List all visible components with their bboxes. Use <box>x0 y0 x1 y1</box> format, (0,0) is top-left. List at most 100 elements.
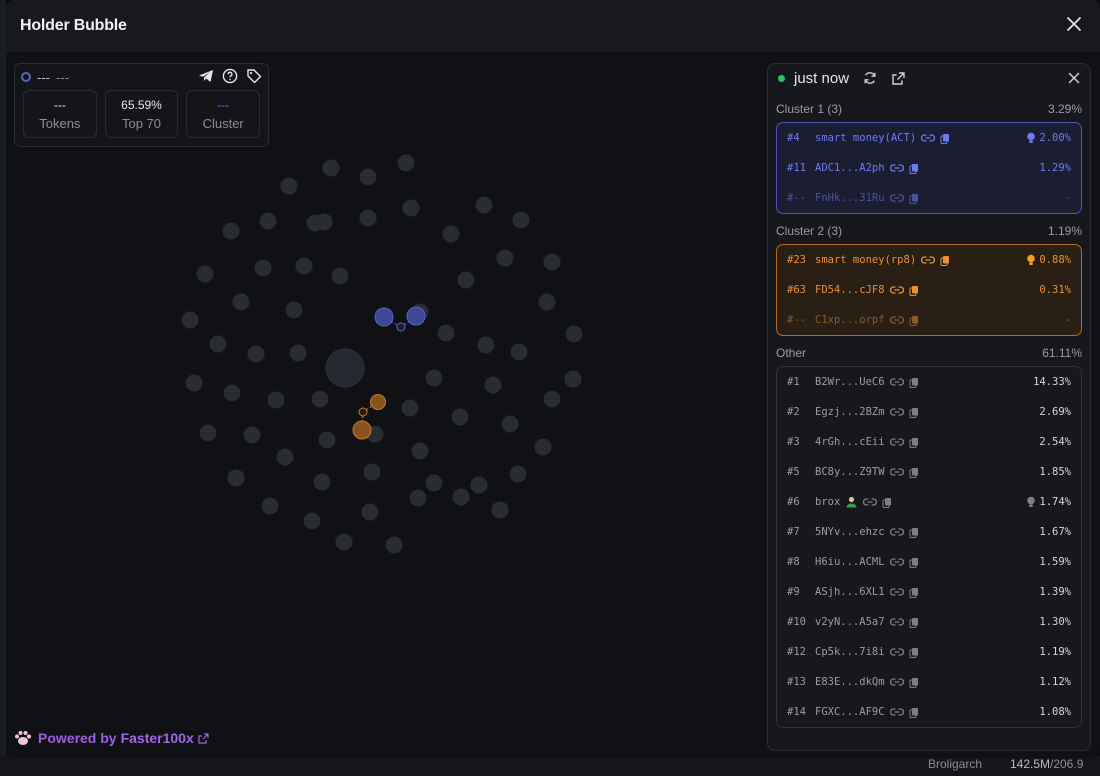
holder-bubble[interactable] <box>359 209 377 227</box>
holder-address[interactable]: 4rGh...cEii <box>815 436 885 448</box>
holder-bubble[interactable] <box>181 311 199 329</box>
refresh-icon[interactable] <box>863 71 877 85</box>
copy-icon[interactable] <box>909 467 919 478</box>
holder-address[interactable]: smart money(rp8) <box>815 254 916 266</box>
holder-bubble[interactable] <box>496 249 514 267</box>
holder-bubble[interactable] <box>565 325 583 343</box>
copy-icon[interactable] <box>909 163 919 174</box>
holder-address[interactable]: ASjh...6XL1 <box>815 586 885 598</box>
holder-bubble[interactable] <box>401 399 419 417</box>
holder-row[interactable]: #4 smart money(ACT) 2.00% <box>777 123 1081 153</box>
link-icon[interactable] <box>921 133 936 143</box>
cluster2-bubble[interactable] <box>358 407 368 417</box>
holder-row[interactable]: #5 BC8y...Z9TW 1.85% <box>777 457 1081 487</box>
copy-icon[interactable] <box>909 617 919 628</box>
holder-bubble[interactable] <box>227 469 245 487</box>
holder-address[interactable]: BC8y...Z9TW <box>815 466 885 478</box>
holder-bubble[interactable] <box>543 253 561 271</box>
close-icon[interactable] <box>1062 12 1086 36</box>
cluster2-bubble[interactable] <box>352 420 372 440</box>
cluster2-bubble[interactable] <box>370 394 386 410</box>
holder-row[interactable]: #8 H6iu...ACML 1.59% <box>777 547 1081 577</box>
holder-address[interactable]: H6iu...ACML <box>815 556 885 568</box>
holder-row[interactable]: #10 v2yN...A5a7 1.30% <box>777 607 1081 637</box>
holder-bubble[interactable] <box>243 426 261 444</box>
holder-bubble[interactable] <box>452 488 470 506</box>
holder-row[interactable]: #12 Cp5k...7i8i 1.19% <box>777 637 1081 667</box>
link-icon[interactable] <box>889 707 904 717</box>
holder-address[interactable]: C1xp...orpf <box>815 314 885 326</box>
link-icon[interactable] <box>889 407 904 417</box>
link-icon[interactable] <box>889 527 904 537</box>
holder-row[interactable]: #63 FD54...cJF8 0.31% <box>777 275 1081 305</box>
holder-bubble[interactable] <box>534 438 552 456</box>
link-icon[interactable] <box>889 285 904 295</box>
holder-bubble[interactable] <box>318 431 336 449</box>
holder-address[interactable]: smart money(ACT) <box>815 132 916 144</box>
holder-bubble[interactable] <box>185 374 203 392</box>
holder-address[interactable]: 5NYv...ehzc <box>815 526 885 538</box>
holder-bubble[interactable] <box>425 474 443 492</box>
copy-icon[interactable] <box>909 437 919 448</box>
holder-bubble[interactable] <box>437 324 455 342</box>
holder-bubble[interactable] <box>361 503 379 521</box>
holder-bubble[interactable] <box>322 159 340 177</box>
holder-row[interactable]: #11 ADC1...A2ph 1.29% <box>777 153 1081 183</box>
holder-bubble[interactable] <box>223 384 241 402</box>
copy-icon[interactable] <box>909 677 919 688</box>
holder-bubble[interactable] <box>451 408 469 426</box>
holder-bubble[interactable] <box>564 370 582 388</box>
cluster1-bubble[interactable] <box>406 306 426 326</box>
bubble-map[interactable] <box>6 52 766 758</box>
tag-icon[interactable] <box>246 68 262 87</box>
copy-icon[interactable] <box>909 557 919 568</box>
copy-icon[interactable] <box>909 647 919 658</box>
holder-bubble[interactable] <box>222 222 240 240</box>
holder-row[interactable]: #23 smart money(rp8) 0.88% <box>777 245 1081 275</box>
copy-icon[interactable] <box>909 377 919 388</box>
copy-icon[interactable] <box>882 497 892 508</box>
copy-icon[interactable] <box>909 707 919 718</box>
link-icon[interactable] <box>889 377 904 387</box>
link-icon[interactable] <box>889 647 904 657</box>
copy-icon[interactable] <box>940 133 950 144</box>
holder-address[interactable]: FD54...cJF8 <box>815 284 885 296</box>
holder-bubble-largest[interactable] <box>325 348 365 388</box>
copy-icon[interactable] <box>909 193 919 204</box>
copy-icon[interactable] <box>909 315 919 326</box>
holder-bubble[interactable] <box>409 489 427 507</box>
holder-bubble[interactable] <box>331 267 349 285</box>
holder-row[interactable]: #3 4rGh...cEii 2.54% <box>777 427 1081 457</box>
cluster1-bubble[interactable] <box>374 307 394 327</box>
holder-bubble[interactable] <box>475 196 493 214</box>
holder-bubble[interactable] <box>425 369 443 387</box>
link-icon[interactable] <box>889 587 904 597</box>
holder-bubble[interactable] <box>385 536 403 554</box>
panel-close-icon[interactable] <box>1068 72 1080 84</box>
holder-bubble[interactable] <box>457 271 475 289</box>
holder-bubble[interactable] <box>196 265 214 283</box>
holder-bubble[interactable] <box>311 390 329 408</box>
holder-bubble[interactable] <box>267 391 285 409</box>
holder-bubble[interactable] <box>247 345 265 363</box>
holder-bubble[interactable] <box>470 476 488 494</box>
holder-bubble[interactable] <box>491 501 509 519</box>
holder-address[interactable]: B2Wr...UeC6 <box>815 376 885 388</box>
holder-address[interactable]: Cp5k...7i8i <box>815 646 885 658</box>
holder-bubble[interactable] <box>259 212 277 230</box>
holder-row[interactable]: #2 Egzj...2BZm 2.69% <box>777 397 1081 427</box>
holder-bubble[interactable] <box>402 199 420 217</box>
holder-bubble[interactable] <box>397 154 415 172</box>
holder-bubble[interactable] <box>313 473 331 491</box>
holder-row[interactable]: #9 ASjh...6XL1 1.39% <box>777 577 1081 607</box>
holder-bubble[interactable] <box>543 390 561 408</box>
holder-bubble[interactable] <box>538 293 556 311</box>
link-icon[interactable] <box>889 193 904 203</box>
holder-bubble[interactable] <box>359 168 377 186</box>
holder-address[interactable]: brox <box>815 496 840 508</box>
copy-icon[interactable] <box>909 587 919 598</box>
link-icon[interactable] <box>889 557 904 567</box>
holder-bubble[interactable] <box>280 177 298 195</box>
holder-bubble[interactable] <box>289 344 307 362</box>
holder-bubble[interactable] <box>209 335 227 353</box>
